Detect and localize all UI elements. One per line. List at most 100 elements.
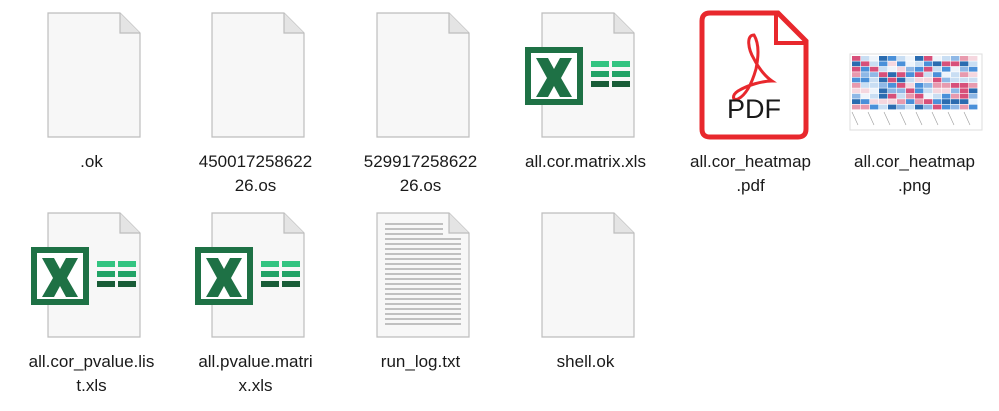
file-item-52991725862226-os[interactable]: 529917258622 26.os [338,7,503,207]
file-item-shell-ok[interactable]: shell.ok [503,207,668,407]
heatmap-cell [969,88,978,94]
heatmap-cell [906,104,915,110]
heatmap-cell [897,61,906,67]
heatmap-cell [924,104,933,110]
heatmap-cell [969,66,978,72]
heatmap-cell [933,93,942,99]
heatmap-cell [852,72,861,77]
heatmap-cell [861,99,870,104]
heatmap-cell [888,83,897,88]
heatmap-cell [870,72,879,77]
file-item-all-cor-heatmap-png[interactable]: all.cor_heatmap .png [832,7,997,207]
file-name: 450017258622 26.os [198,152,313,195]
pdf-badge-text: PDF [727,94,781,124]
heatmap-cell [852,66,861,72]
heatmap-cell [951,83,960,88]
file-name: run_log.txt [380,352,461,371]
heatmap-cell [951,72,960,77]
heatmap-cell [924,72,933,77]
heatmap-cell [861,66,870,72]
heatmap-cell [915,66,924,72]
heatmap-cell [861,77,870,83]
heatmap-cell [933,61,942,67]
heatmap-cell [951,77,960,83]
heatmap-cell [915,72,924,77]
heatmap-cell [933,83,942,88]
file-item-all-cor-pvalue-list-xls[interactable]: all.cor_pvalue.lis t.xls [9,207,174,407]
heatmap-cell [906,88,915,94]
file-item-all-pvalue-matrix-xls[interactable]: all.pvalue.matri x.xls [173,207,338,407]
heatmap-cell [879,99,888,104]
heatmap-cell [888,104,897,110]
heatmap-cell [915,93,924,99]
text-file-icon [338,207,503,342]
heatmap-cell [870,93,879,99]
heatmap-cell [897,88,906,94]
heatmap-cell [897,104,906,110]
heatmap-cell [969,93,978,99]
heatmap-cell [906,66,915,72]
blank-file-icon [173,7,338,142]
heatmap-cell [897,56,906,61]
file-name: shell.ok [556,352,615,371]
heatmap-cell [888,93,897,99]
heatmap-cell [924,77,933,83]
heatmap-cell [897,77,906,83]
heatmap-cell [852,83,861,88]
heatmap-cell [933,104,942,110]
file-name: .ok [80,152,103,171]
heatmap-cell [879,93,888,99]
heatmap-cell [897,83,906,88]
heatmap-cell [933,88,942,94]
heatmap-cell [870,104,879,110]
file-item-45001725862226-os[interactable]: 450017258622 26.os [173,7,338,207]
heatmap-cell [861,61,870,67]
heatmap-cell [933,72,942,77]
heatmap-cell [951,93,960,99]
heatmap-cell [960,93,969,99]
file-name: all.cor_pvalue.lis t.xls [28,352,155,395]
heatmap-cell [924,66,933,72]
heatmap-cell [888,56,897,61]
heatmap-cell [969,56,978,61]
heatmap-cell [960,66,969,72]
heatmap-cell [861,93,870,99]
heatmap-cell [942,56,951,61]
file-name: all.cor_heatmap .png [854,152,975,195]
file-item-all-cor-matrix-xls[interactable]: all.cor.matrix.xls [503,7,668,207]
heatmap-cell [897,99,906,104]
heatmap-cell [879,77,888,83]
heatmap-cell [879,61,888,67]
heatmap-cell [915,104,924,110]
heatmap-cell [933,56,942,61]
heatmap-cell [942,104,951,110]
heatmap-cell [861,83,870,88]
heatmap-cell [924,88,933,94]
heatmap-cell [942,88,951,94]
heatmap-cell [942,83,951,88]
file-name: 529917258622 26.os [363,152,478,195]
heatmap-cell [960,99,969,104]
heatmap-cell [870,83,879,88]
heatmap-cell [951,104,960,110]
file-item-ok[interactable]: .ok [9,7,174,207]
heatmap-cell [861,56,870,61]
heatmap-cell [933,77,942,83]
heatmap-cell [942,93,951,99]
heatmap-cell [969,77,978,83]
heatmap-cell [960,104,969,110]
heatmap-cell [879,88,888,94]
file-item-run-log-txt[interactable]: run_log.txt [338,207,503,407]
heatmap-cell [906,61,915,67]
heatmap-cell [915,88,924,94]
heatmap-cell [861,104,870,110]
heatmap-cell [879,83,888,88]
file-name: all.cor.matrix.xls [525,152,646,171]
heatmap-cell [942,77,951,83]
file-item-all-cor-heatmap-pdf[interactable]: PDF all.cor_heatmap .pdf [668,7,833,207]
heatmap-cell [924,93,933,99]
heatmap-cell [969,99,978,104]
heatmap-cell [861,72,870,77]
heatmap-cell [852,61,861,67]
heatmap-cell [870,77,879,83]
